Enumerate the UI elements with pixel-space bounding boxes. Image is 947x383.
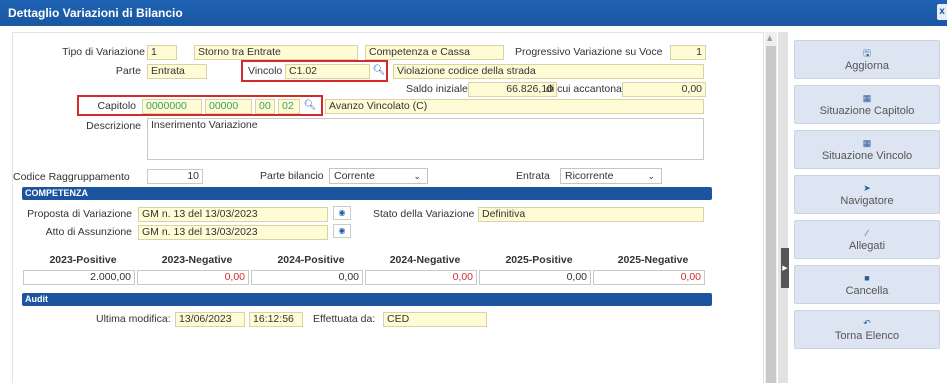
entrata-select[interactable]: Ricorrente ⌄ bbox=[560, 168, 662, 184]
close-icon[interactable]: x bbox=[937, 4, 947, 20]
capitolo-code-3-field[interactable]: 00 bbox=[255, 99, 275, 114]
tipo-variazione-label: Tipo di Variazione bbox=[62, 46, 145, 58]
vincolo-search-icon[interactable]: 🔍︎ bbox=[372, 64, 386, 78]
vertical-scrollbar[interactable]: ▲ bbox=[765, 32, 777, 383]
accantonato-field[interactable]: 0,00 bbox=[622, 82, 706, 97]
col-header-2025-positive: 2025-Positive bbox=[505, 254, 573, 266]
window-title-bar: Dettaglio Variazioni di Bilancio x bbox=[0, 0, 947, 26]
raggruppamento-label: Codice Raggruppamento bbox=[13, 171, 130, 183]
allegati-button[interactable]: ∕ Allegati bbox=[794, 220, 940, 259]
scrollbar-thumb[interactable] bbox=[766, 46, 776, 383]
value-2025-negative[interactable]: 0,00 bbox=[593, 270, 705, 285]
descrizione-label: Descrizione bbox=[86, 120, 141, 132]
col-header-2023-negative: 2023-Negative bbox=[161, 254, 233, 266]
parte-field[interactable]: Entrata bbox=[147, 64, 207, 79]
col-header-2024-negative: 2024-Negative bbox=[389, 254, 461, 266]
value-2023-negative[interactable]: 0,00 bbox=[137, 270, 249, 285]
raggruppamento-field[interactable]: 10 bbox=[147, 169, 203, 184]
cancella-button[interactable]: ■ Cancella bbox=[794, 265, 940, 304]
vincolo-code-field[interactable]: C1.02 bbox=[285, 64, 370, 79]
situazione-capitolo-button[interactable]: ▦ Situazione Capitolo bbox=[794, 85, 940, 124]
form-panel: Tipo di Variazione 1 Storno tra Entrate … bbox=[12, 32, 764, 383]
stato-variazione-field[interactable]: Definitiva bbox=[478, 207, 704, 222]
proposta-label: Proposta di Variazione bbox=[27, 208, 132, 220]
entrata-value: Ricorrente bbox=[565, 170, 614, 182]
saldo-iniziale-field[interactable]: 66.826,10 bbox=[468, 82, 557, 97]
eye-icon[interactable]: ◉ bbox=[333, 206, 351, 220]
tipo-variazione-desc-field[interactable]: Storno tra Entrate bbox=[194, 45, 358, 60]
progressivo-label: Progressivo Variazione su Voce bbox=[515, 46, 663, 58]
navigatore-button[interactable]: ➤ Navigatore bbox=[794, 175, 940, 214]
aggiorna-button-label: Aggiorna bbox=[844, 60, 890, 72]
effettuata-da-label: Effettuata da: bbox=[313, 313, 376, 325]
value-2024-negative[interactable]: 0,00 bbox=[365, 270, 477, 285]
capitolo-code-4-field[interactable]: 02 bbox=[278, 99, 300, 114]
calculator-icon: ▦ bbox=[862, 93, 872, 103]
col-header-2025-negative: 2025-Negative bbox=[617, 254, 689, 266]
tipo-variazione-mode-field[interactable]: Competenza e Cassa bbox=[365, 45, 504, 60]
competenza-section-header: COMPETENZA bbox=[22, 187, 712, 200]
capitolo-code-2-field[interactable]: 00000 bbox=[205, 99, 252, 114]
vincolo-label: Vincolo bbox=[248, 65, 283, 77]
parte-bilancio-select[interactable]: Corrente ⌄ bbox=[329, 168, 428, 184]
descrizione-textarea[interactable]: Inserimento Variazione bbox=[147, 118, 704, 160]
aggiorna-button[interactable]: 🖫︎ Aggiorna bbox=[794, 40, 940, 79]
situazione-capitolo-button-label: Situazione Capitolo bbox=[819, 105, 915, 117]
stato-variazione-label: Stato della Variazione bbox=[373, 208, 475, 220]
value-2024-positive[interactable]: 0,00 bbox=[251, 270, 363, 285]
window-title: Dettaglio Variazioni di Bilancio bbox=[8, 6, 183, 20]
trash-icon: ■ bbox=[864, 273, 870, 283]
situazione-vincolo-button-label: Situazione Vincolo bbox=[821, 150, 913, 162]
capitolo-label: Capitolo bbox=[97, 100, 136, 112]
col-header-2023-positive: 2023-Positive bbox=[49, 254, 117, 266]
ultima-modifica-label: Ultima modifica: bbox=[96, 313, 171, 325]
torna-elenco-button[interactable]: ↶ Torna Elenco bbox=[794, 310, 940, 349]
torna-elenco-button-label: Torna Elenco bbox=[834, 330, 900, 342]
col-header-2024-positive: 2024-Positive bbox=[277, 254, 345, 266]
cancella-button-label: Cancella bbox=[845, 285, 889, 297]
value-2025-positive[interactable]: 0,00 bbox=[479, 270, 591, 285]
ultima-modifica-date-field[interactable]: 13/06/2023 bbox=[175, 312, 245, 327]
chevron-down-icon: ⌄ bbox=[413, 171, 421, 181]
entrata-label: Entrata bbox=[516, 170, 550, 182]
capitolo-desc-field[interactable]: Avanzo Vincolato (C) bbox=[325, 99, 704, 114]
situazione-vincolo-button[interactable]: ▦ Situazione Vincolo bbox=[794, 130, 940, 169]
save-icon: 🖫︎ bbox=[863, 48, 871, 58]
progressivo-field[interactable]: 1 bbox=[670, 45, 706, 60]
eye-icon[interactable]: ◉ bbox=[333, 224, 351, 238]
vincolo-desc-field[interactable]: Violazione codice della strada bbox=[393, 64, 704, 79]
proposta-field[interactable]: GM n. 13 del 13/03/2023 bbox=[138, 207, 328, 222]
value-2023-positive[interactable]: 2.000,00 bbox=[23, 270, 135, 285]
parte-label: Parte bbox=[115, 65, 141, 77]
tipo-variazione-code-field[interactable]: 1 bbox=[147, 45, 177, 60]
atto-label: Atto di Assunzione bbox=[45, 226, 132, 238]
parte-bilancio-value: Corrente bbox=[334, 170, 375, 182]
capitolo-code-1-field[interactable]: 0000000 bbox=[142, 99, 202, 114]
collapse-panel-icon[interactable]: ▶ bbox=[781, 248, 789, 288]
paperclip-icon: ∕ bbox=[866, 228, 868, 238]
undo-icon: ↶ bbox=[863, 318, 871, 328]
saldo-iniziale-label: Saldo iniziale bbox=[406, 83, 468, 95]
atto-field[interactable]: GM n. 13 del 13/03/2023 bbox=[138, 225, 328, 240]
allegati-button-label: Allegati bbox=[848, 240, 886, 252]
panel-divider bbox=[778, 32, 788, 383]
grid-icon: ▦ bbox=[862, 138, 872, 148]
parte-bilancio-label: Parte bilancio bbox=[260, 170, 324, 182]
effettuata-da-field[interactable]: CED bbox=[383, 312, 487, 327]
capitolo-search-icon[interactable]: 🔍︎ bbox=[303, 99, 317, 113]
navigatore-button-label: Navigatore bbox=[840, 195, 894, 207]
accantonato-label: di cui accantonato bbox=[546, 83, 631, 95]
chevron-down-icon: ⌄ bbox=[647, 171, 655, 181]
audit-section-header: Audit bbox=[22, 293, 712, 306]
navigate-icon: ➤ bbox=[863, 183, 871, 193]
scroll-up-icon[interactable]: ▲ bbox=[767, 34, 772, 42]
ultima-modifica-time-field[interactable]: 16:12:56 bbox=[249, 312, 303, 327]
